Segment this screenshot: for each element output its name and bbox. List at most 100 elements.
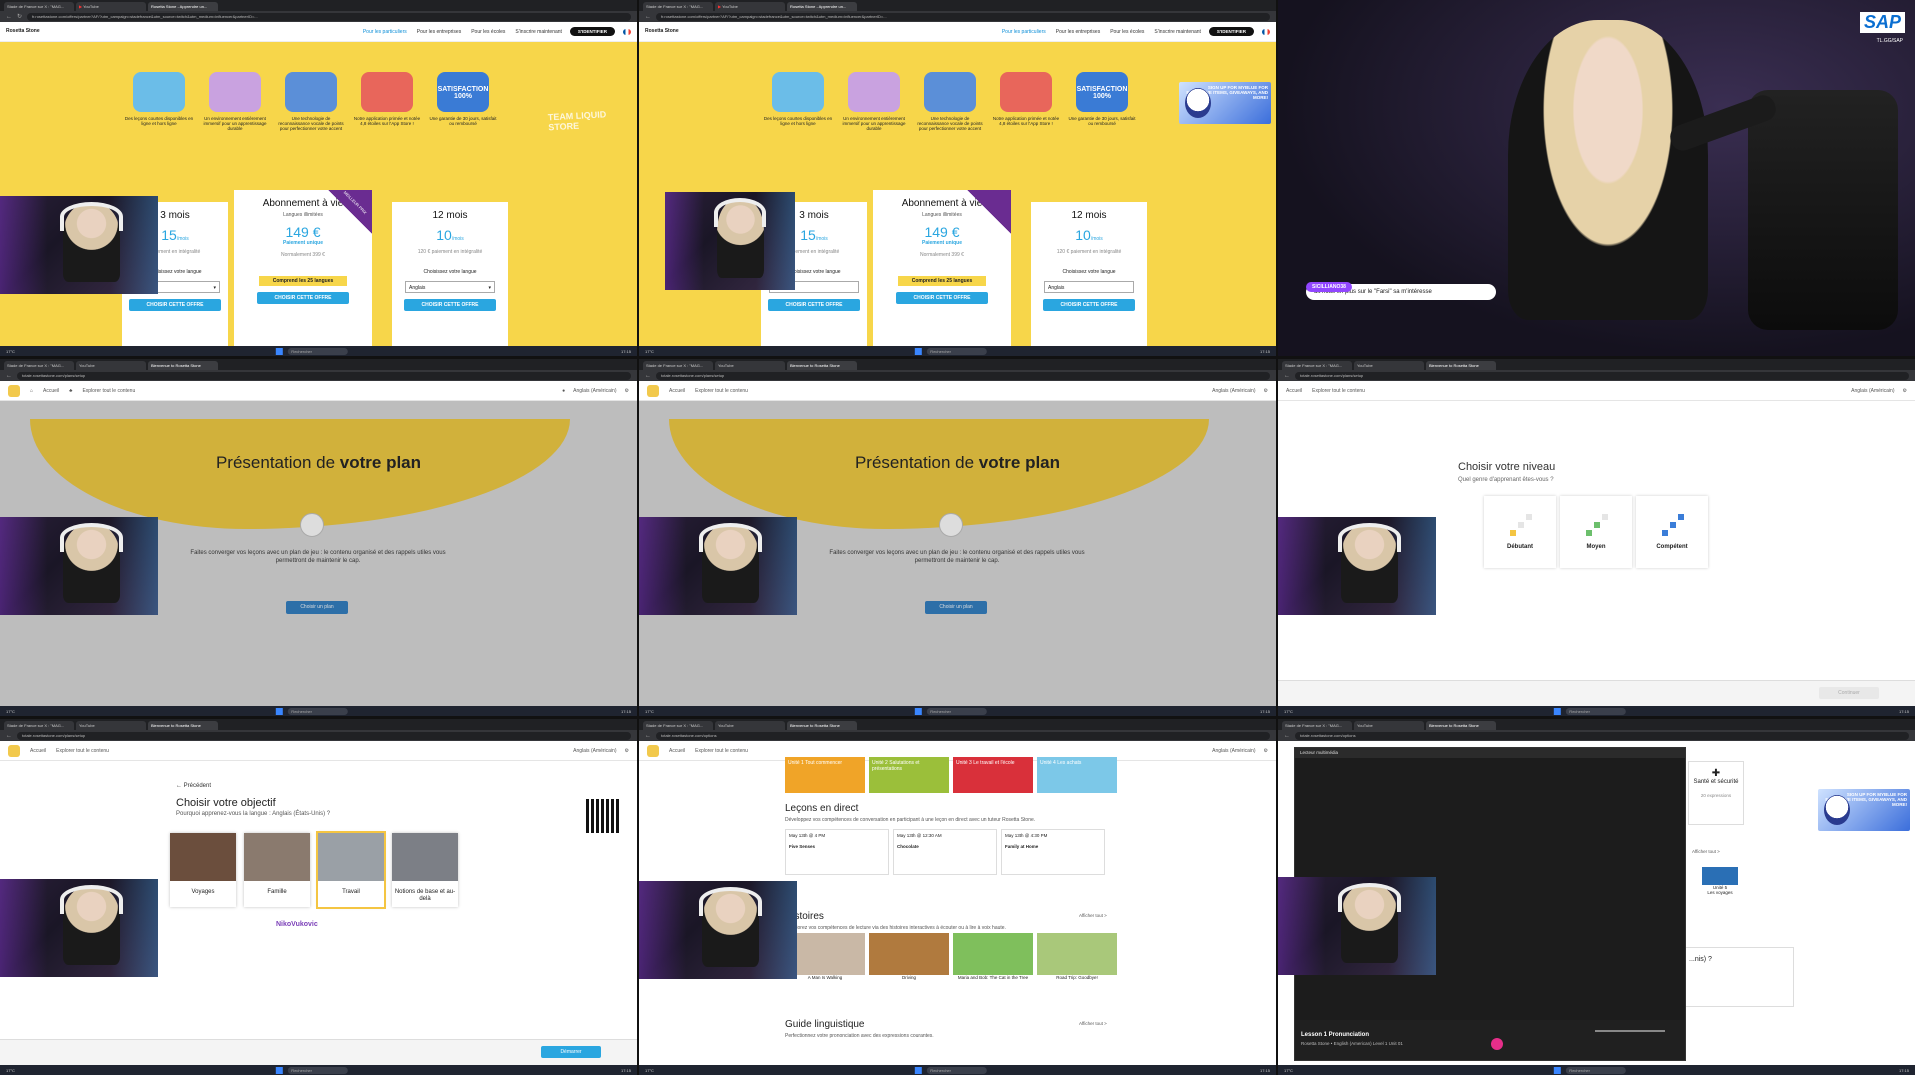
rosetta-app-logo[interactable]: [8, 744, 20, 757]
back-icon[interactable]: ←: [645, 733, 651, 739]
windows-icon[interactable]: [914, 1066, 922, 1074]
unit-card-4[interactable]: Unité 4 Les achats: [1037, 757, 1117, 793]
nav-ecoles[interactable]: Pour les écoles: [1110, 29, 1144, 35]
tab-welcome[interactable]: Bienvenue to Rosetta Stone: [787, 361, 857, 370]
taskbar-search[interactable]: Rechercher: [287, 707, 348, 715]
gear-icon[interactable]: ⚙: [1903, 388, 1907, 394]
level-intermediate[interactable]: Moyen: [1560, 496, 1632, 568]
language-select[interactable]: Anglais ▾: [405, 281, 495, 293]
objective-basics[interactable]: Notions de base et au-delà: [392, 833, 458, 907]
french-flag-icon[interactable]: [1262, 28, 1270, 35]
tab-stade[interactable]: Stade de France sur X : "MAG...: [643, 361, 713, 370]
tab-stade[interactable]: Stade de France sur X : "MAG...: [4, 2, 74, 11]
login-button[interactable]: S'IDENTIFIER: [1208, 27, 1254, 36]
tab-youtube[interactable]: YouTube: [76, 721, 146, 730]
rosetta-app-logo[interactable]: [8, 384, 20, 397]
back-icon[interactable]: ←: [645, 14, 651, 20]
windows-icon[interactable]: [275, 1066, 283, 1074]
story-card[interactable]: Driving: [869, 933, 949, 991]
tab-welcome[interactable]: Bienvenue to Rosetta Stone: [1426, 721, 1496, 730]
url-field[interactable]: totale.rosettastone.com/plans/setup: [1295, 371, 1909, 380]
story-card[interactable]: Road Trip: Goodbye!: [1037, 933, 1117, 991]
see-all-guide[interactable]: Afficher tout >: [1079, 1021, 1107, 1026]
login-button[interactable]: S'IDENTIFIER: [569, 27, 615, 36]
tab-stade[interactable]: Stade de France sur X : "MAG...: [4, 721, 74, 730]
unit-card[interactable]: Unité 5 Les voyages: [1702, 867, 1738, 913]
taskbar-search[interactable]: Rechercher: [1565, 1066, 1626, 1074]
nav-explore[interactable]: Explorer tout le contenu: [56, 748, 109, 754]
continue-button[interactable]: Continuer: [1819, 687, 1879, 699]
nav-explore[interactable]: Explorer tout le contenu: [1312, 388, 1365, 394]
live-lesson-card[interactable]: May 13th @ 4 PM Five Senses: [785, 829, 889, 875]
taskbar-search[interactable]: Rechercher: [287, 1066, 348, 1074]
course-language[interactable]: Anglais (Américain): [1212, 388, 1255, 394]
url-field[interactable]: fr.rosettastone.com/offers/partner?AF/?u…: [656, 12, 1270, 21]
objective-travel[interactable]: Voyages: [170, 833, 236, 907]
nav-explore[interactable]: Explorer tout le contenu: [82, 388, 135, 394]
back-icon[interactable]: ←: [6, 14, 12, 20]
choose-offer-button[interactable]: CHOISIR CETTE OFFRE: [768, 299, 860, 311]
french-flag-icon[interactable]: [623, 28, 631, 35]
language-select[interactable]: Anglais: [1044, 281, 1134, 293]
nav-home[interactable]: Accueil: [30, 748, 46, 754]
gear-icon[interactable]: ⚙: [1264, 748, 1268, 754]
tab-rosetta[interactable]: Rosetta Stone - Apprendre un...: [148, 2, 218, 11]
choose-offer-button[interactable]: CHOISIR CETTE OFFRE: [257, 292, 349, 304]
nav-particuliers[interactable]: Pour les particuliers: [1002, 29, 1046, 35]
level-advanced[interactable]: Compétent: [1636, 496, 1708, 568]
windows-icon[interactable]: [275, 347, 283, 355]
tab-rosetta[interactable]: Rosetta Stone - Apprendre un...: [787, 2, 857, 11]
nav-ecoles[interactable]: Pour les écoles: [471, 29, 505, 35]
back-icon[interactable]: ←: [1284, 373, 1290, 379]
url-field[interactable]: totale.rosettastone.com/plans/setup: [656, 371, 1270, 380]
course-language[interactable]: Anglais (Américain): [573, 748, 616, 754]
tab-youtube[interactable]: YouTube: [76, 361, 146, 370]
gear-icon[interactable]: ⚙: [625, 388, 629, 394]
live-lesson-card[interactable]: May 13th @ 4:30 PM Family at Home: [1001, 829, 1105, 875]
story-card[interactable]: Maria and Bob: The Cat in the Tree: [953, 933, 1033, 991]
tab-welcome[interactable]: Bienvenue to Rosetta Stone: [148, 721, 218, 730]
back-icon[interactable]: ←: [1284, 733, 1290, 739]
url-field[interactable]: fr.rosettastone.com/offers/partner?AF/?u…: [27, 12, 631, 21]
back-icon[interactable]: ←: [6, 373, 12, 379]
taskbar-search[interactable]: Rechercher: [1565, 707, 1626, 715]
tab-youtube[interactable]: YouTube: [715, 721, 785, 730]
nav-entreprises[interactable]: Pour les entreprises: [417, 29, 461, 35]
story-card[interactable]: A Man Is Walking: [785, 933, 865, 991]
see-all-stories[interactable]: Afficher tout >: [1079, 913, 1107, 918]
explore-icon[interactable]: ♣: [69, 388, 72, 394]
seek-bar[interactable]: [1595, 1030, 1665, 1032]
tab-stade[interactable]: Stade de France sur X : "MAG...: [643, 721, 713, 730]
tab-welcome[interactable]: Bienvenue to Rosetta Stone: [787, 721, 857, 730]
nav-home[interactable]: Accueil: [1286, 388, 1302, 394]
windows-icon[interactable]: [1553, 707, 1561, 715]
rosetta-logo[interactable]: Rosetta Stone: [6, 29, 40, 34]
objective-work[interactable]: Travail: [316, 831, 386, 909]
url-field[interactable]: totale.rosettastone.com/options: [656, 731, 1270, 740]
level-beginner[interactable]: Débutant: [1484, 496, 1556, 568]
back-icon[interactable]: ←: [6, 733, 12, 739]
topic-card[interactable]: ✚ Santé et sécurité 20 expressions: [1688, 761, 1744, 825]
taskbar-search[interactable]: Rechercher: [926, 1066, 987, 1074]
rosetta-app-logo[interactable]: [647, 384, 659, 397]
choose-plan-button[interactable]: Choisir un plan: [925, 601, 987, 614]
previous-link[interactable]: ← Précédent: [176, 783, 211, 789]
tab-stade[interactable]: Stade de France sur X : "MAG...: [4, 361, 74, 370]
start-button[interactable]: Démarrer: [541, 1046, 601, 1058]
tab-stade[interactable]: Stade de France sur X : "MAG...: [1282, 361, 1352, 370]
home-icon[interactable]: ⌂: [30, 388, 33, 394]
signup-link[interactable]: S'inscrire maintenant: [515, 29, 562, 35]
choose-offer-button[interactable]: CHOISIR CETTE OFFRE: [404, 299, 496, 311]
rosetta-app-logo[interactable]: [647, 744, 659, 757]
windows-icon[interactable]: [275, 707, 283, 715]
see-all-link[interactable]: Afficher tout >: [1692, 849, 1720, 854]
tab-youtube[interactable]: ▶ YouTube: [76, 2, 146, 11]
taskbar-search[interactable]: Rechercher: [287, 347, 348, 355]
choose-offer-button[interactable]: CHOISIR CETTE OFFRE: [1043, 299, 1135, 311]
windows-icon[interactable]: [914, 707, 922, 715]
windows-icon[interactable]: [914, 347, 922, 355]
course-language[interactable]: Anglais (Américain): [1212, 748, 1255, 754]
course-language[interactable]: Anglais (Américain): [573, 388, 616, 394]
tab-stade[interactable]: Stade de France sur X : "MAG...: [643, 2, 713, 11]
url-field[interactable]: totale.rosettastone.com/plans/setup: [17, 371, 631, 380]
